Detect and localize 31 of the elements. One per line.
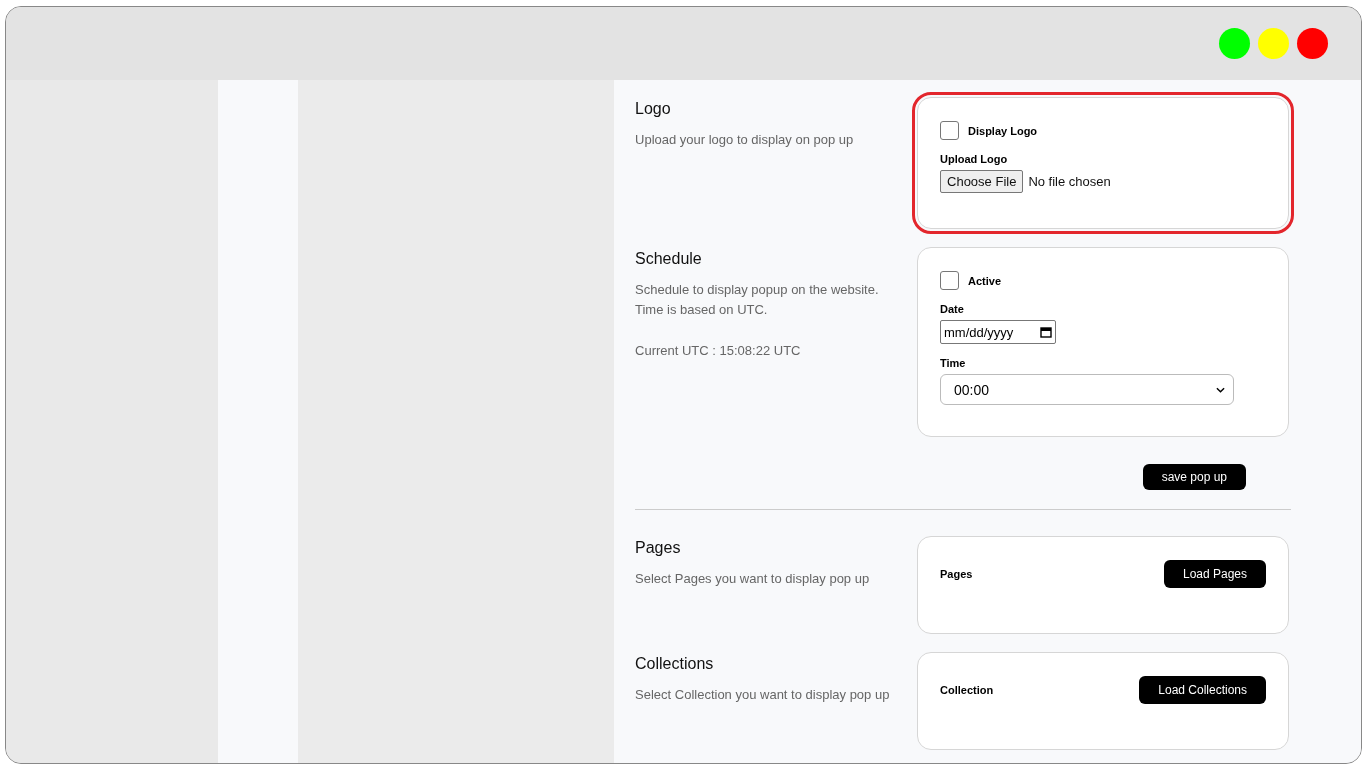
field-label: Date <box>940 303 965 315</box>
load-button[interactable]: Load Collections <box>1139 676 1266 704</box>
window-control-dot[interactable] <box>1258 28 1289 59</box>
section-description: Select Collection you want to display pop up <box>635 686 891 704</box>
file-status-text: No file chosen <box>1028 174 1111 189</box>
section-description: Select Pages you want to display pop up <box>635 570 871 588</box>
time-select[interactable]: 00:00 <box>940 374 1234 405</box>
field-label: Upload Logo <box>940 153 1009 165</box>
save-button[interactable]: save pop up <box>1142 464 1246 490</box>
card-label: Pages <box>940 568 973 580</box>
window-control-dot[interactable] <box>1297 28 1328 59</box>
card-label: Collection <box>940 684 994 696</box>
section-title: Pages <box>635 539 682 557</box>
window-control-dot[interactable] <box>1219 28 1250 59</box>
load-button[interactable]: Load Pages <box>1163 560 1266 588</box>
checkbox[interactable] <box>940 121 959 140</box>
chevron-down-icon <box>1216 386 1225 393</box>
calendar-icon[interactable] <box>1040 326 1052 338</box>
current-time-text: Current UTC : 15:08:22 UTC <box>635 342 802 360</box>
checkbox[interactable] <box>940 271 959 290</box>
field-label: Time <box>940 357 967 369</box>
section-description: Time is based on UTC. <box>635 301 769 319</box>
section-title: Collections <box>635 655 715 673</box>
checkbox-label: Active <box>968 274 1002 287</box>
choose-file-button[interactable]: Choose File <box>940 170 1024 193</box>
section-description: Schedule to display popup on the website. <box>635 281 880 299</box>
section-description: Upload your logo to display on pop up <box>635 131 855 149</box>
section-title: Logo <box>635 100 672 118</box>
section-title: Schedule <box>635 250 703 268</box>
checkbox-label: Display Logo <box>968 124 1038 137</box>
date-field[interactable]: mm/dd/yyyy <box>940 320 1056 344</box>
